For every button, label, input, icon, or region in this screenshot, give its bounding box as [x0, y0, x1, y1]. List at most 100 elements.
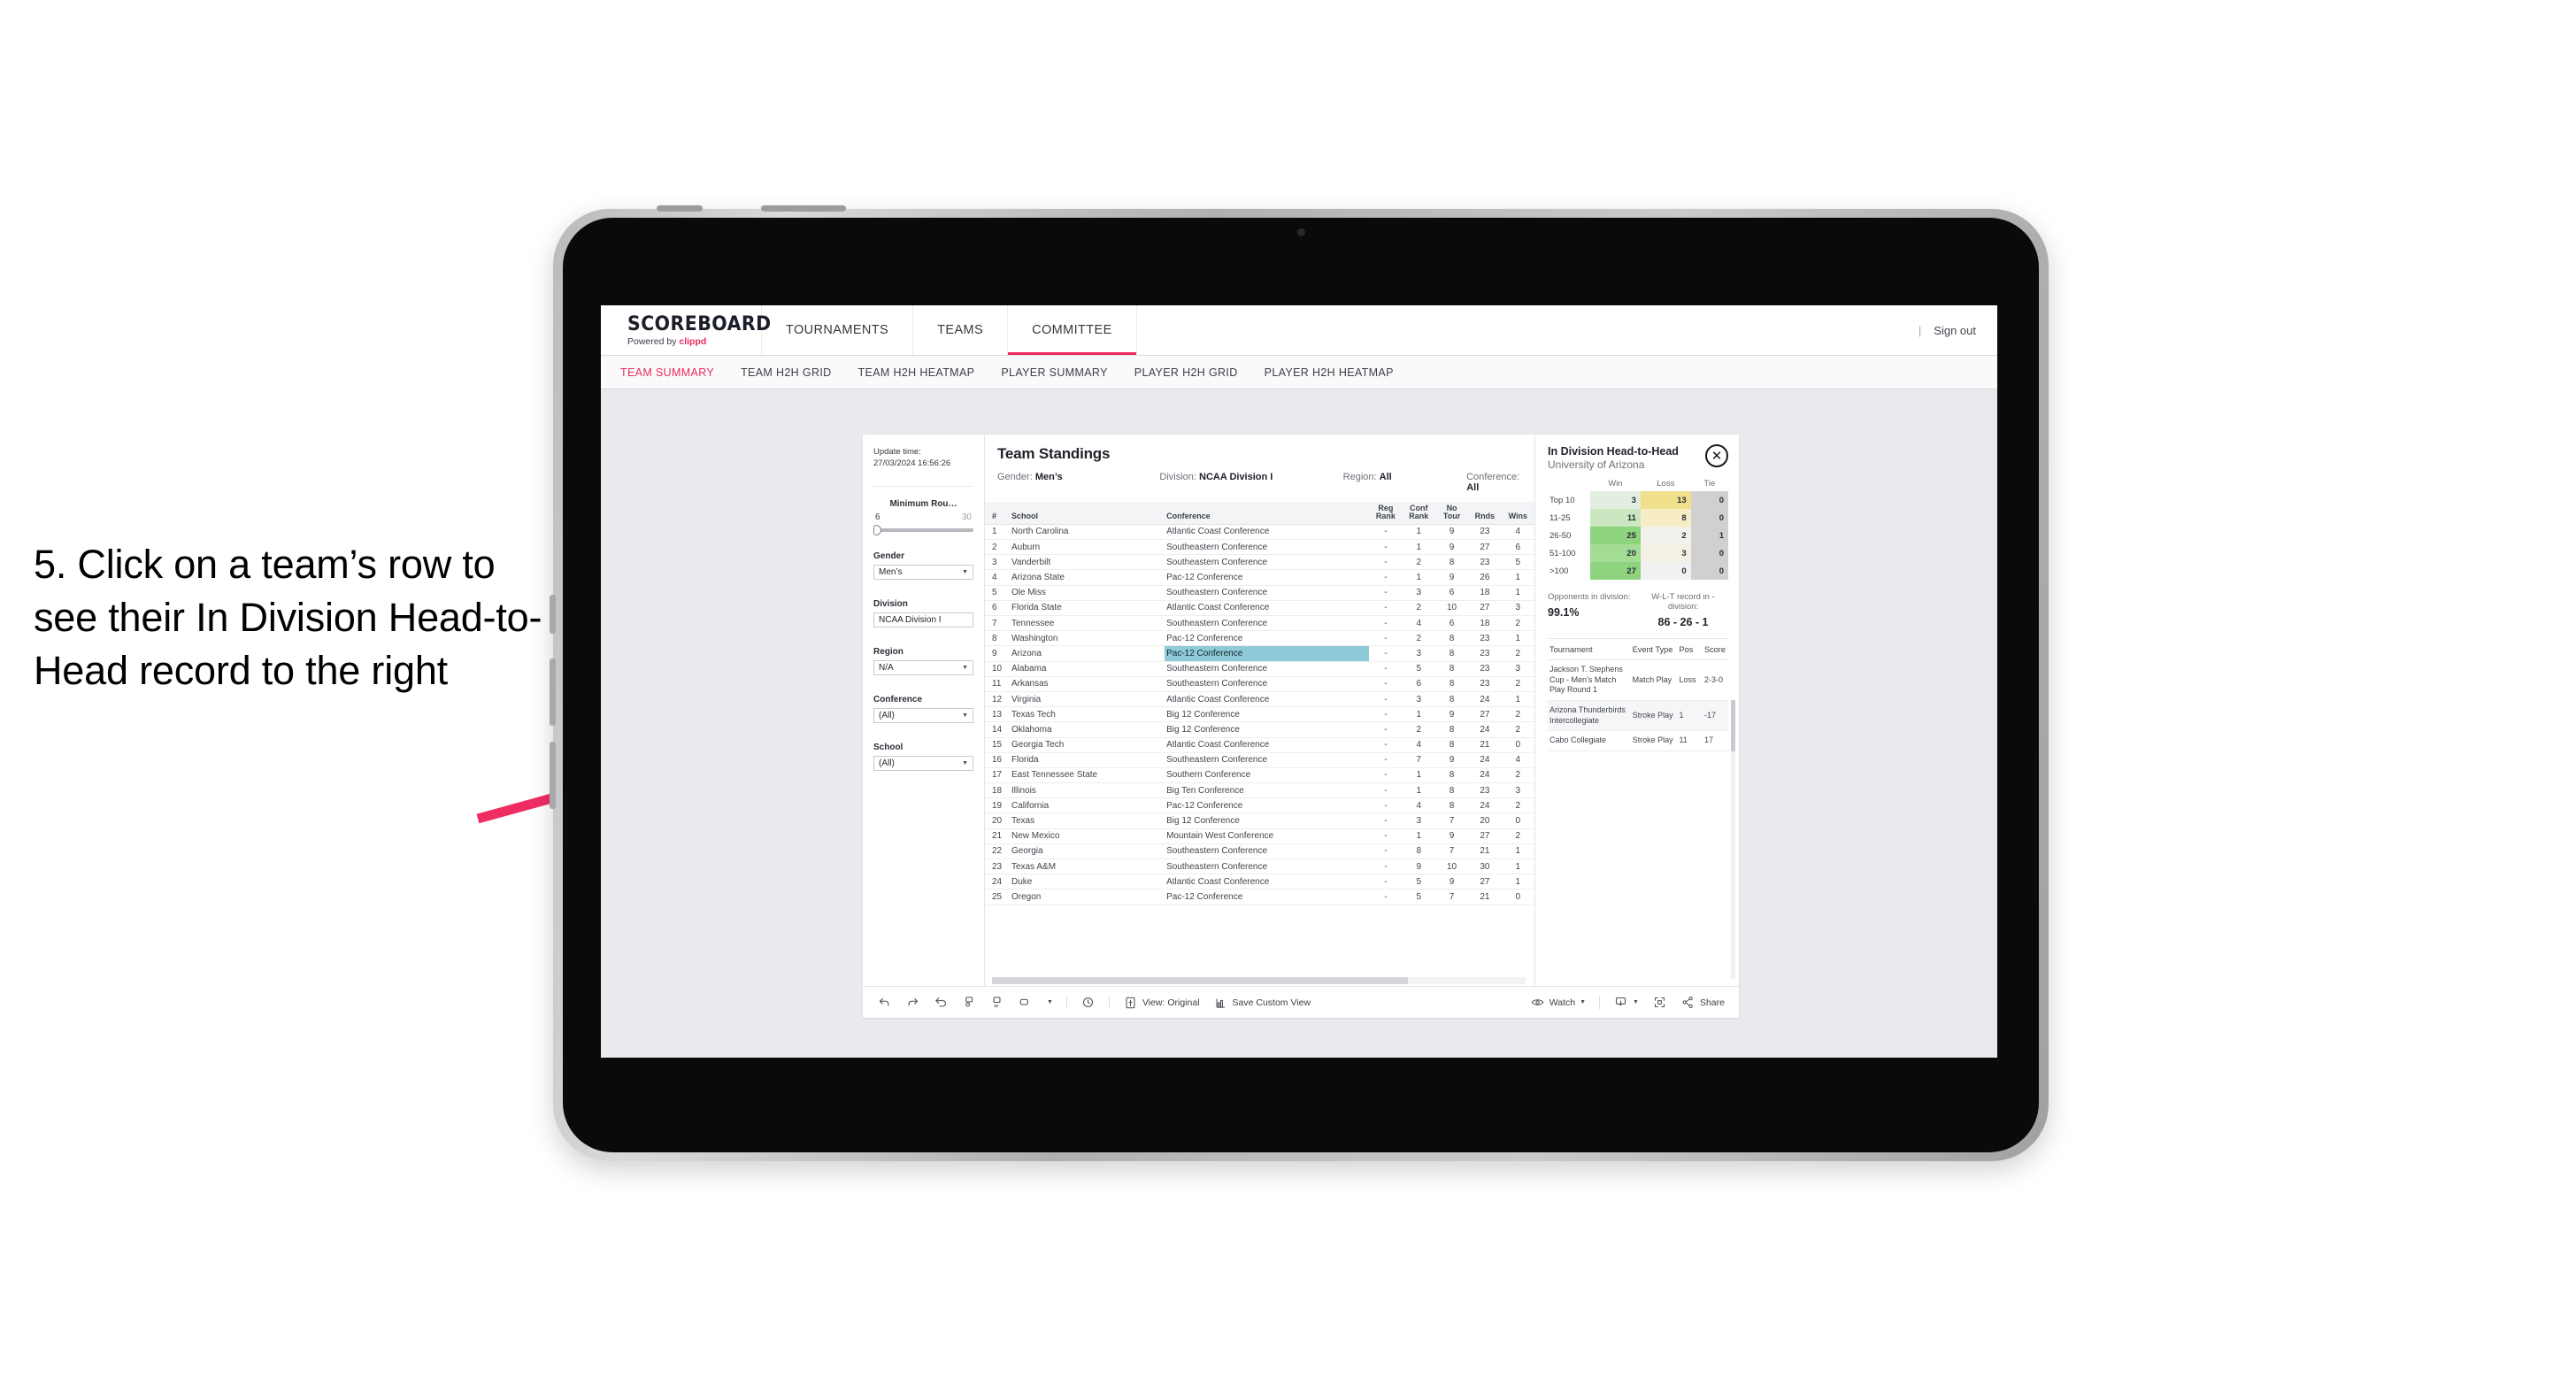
table-row[interactable]: 25 Oregon Pac-12 Conference -5 7 21 0: [985, 889, 1534, 905]
undo-icon[interactable]: [877, 995, 892, 1010]
table-row[interactable]: 17 East Tennessee State Southern Conferenc…: [985, 767, 1534, 784]
cell-conference: Southeastern Conference: [1165, 676, 1370, 692]
cell-conference: Southeastern Conference: [1165, 843, 1370, 860]
nav-item-teams[interactable]: TEAMS: [913, 305, 1009, 355]
h2h-row-label: 26-50: [1548, 527, 1590, 544]
col-no-tour[interactable]: No Tour: [1434, 502, 1469, 525]
pause-data-icon[interactable]: [990, 995, 1005, 1010]
update-time-value: 27/03/2024 16:56:26: [873, 458, 951, 468]
tablet-button-left-2: [550, 658, 556, 726]
table-row[interactable]: 1 North Carolina Atlantic Coast Conference…: [985, 524, 1534, 541]
tab-team-summary[interactable]: TEAM SUMMARY: [620, 366, 714, 379]
highlight-icon[interactable]: [1019, 995, 1034, 1010]
region-select[interactable]: N/A ▼: [873, 659, 973, 675]
table-row[interactable]: 19 California Pac-12 Conference -4 8 24 2: [985, 797, 1534, 814]
list-item[interactable]: Jackson T. Stephens Cup - Men’s Match Pl…: [1548, 659, 1728, 702]
col-reg-rank[interactable]: Reg Rank: [1369, 502, 1403, 525]
meta-region-value: All: [1379, 472, 1392, 482]
revert-icon[interactable]: [934, 995, 949, 1010]
col-rnds[interactable]: Rnds: [1468, 502, 1502, 525]
filter-conference-label: Conference: [873, 694, 923, 705]
share-button[interactable]: Share: [1680, 995, 1725, 1010]
history-icon[interactable]: [1080, 995, 1096, 1010]
standings-table-wrapper[interactable]: # School Conference Reg Rank Conf Rank No T…: [985, 502, 1534, 986]
view-original-button[interactable]: View: Original: [1123, 995, 1200, 1010]
table-row[interactable]: 10 Alabama Southeastern Conference -5 8 23 3: [985, 661, 1534, 677]
slider-handle[interactable]: [873, 524, 881, 535]
table-row[interactable]: 20 Texas Big 12 Conference -3 7 20 0: [985, 812, 1534, 829]
col-rank[interactable]: #: [985, 502, 1010, 525]
nav-item-committee[interactable]: COMMITTEE: [1008, 305, 1137, 355]
cell-rnds: 23: [1468, 630, 1502, 647]
table-row[interactable]: 7 Tennessee Southeastern Conference -4 6 18 2: [985, 615, 1534, 632]
fullscreen-icon[interactable]: [1652, 995, 1667, 1010]
sign-out-link[interactable]: Sign out: [1934, 324, 1976, 337]
cell-conf-rank: 2: [1402, 630, 1435, 647]
download-button[interactable]: ▼: [1613, 995, 1639, 1010]
tab-player-summary[interactable]: PLAYER SUMMARY: [1001, 366, 1107, 379]
table-row[interactable]: 9 Arizona Pac-12 Conference -3 8 23 2: [985, 645, 1534, 662]
tab-player-h2h-heatmap[interactable]: PLAYER H2H HEATMAP: [1265, 366, 1394, 379]
cell-rank: 10: [985, 661, 1010, 677]
cell-rnds: 23: [1468, 645, 1502, 662]
table-row[interactable]: 13 Texas Tech Big 12 Conference -1 9 27 2: [985, 706, 1534, 723]
slider-max-value: 30: [961, 512, 972, 522]
table-row[interactable]: 14 Oklahoma Big 12 Conference -2 8 24 2: [985, 721, 1534, 738]
table-row[interactable]: 23 Texas A&M Southeastern Conference -9 10 30…: [985, 859, 1534, 875]
col-wins[interactable]: Wins: [1501, 502, 1534, 525]
download-icon: [1613, 995, 1628, 1010]
tab-player-h2h-grid[interactable]: PLAYER H2H GRID: [1134, 366, 1238, 379]
tour-col-tournament[interactable]: Tournament: [1548, 639, 1631, 660]
gender-select[interactable]: Men’s ▼: [873, 564, 973, 580]
tour-col-pos[interactable]: Pos: [1677, 639, 1703, 660]
col-school[interactable]: School: [1010, 502, 1165, 525]
stat-record-value: 86 - 26 - 1: [1657, 616, 1709, 628]
table-row[interactable]: 15 Georgia Tech Atlantic Coast Conference -…: [985, 737, 1534, 753]
table-row[interactable]: 21 New Mexico Mountain West Conference -1 9 2…: [985, 828, 1534, 844]
tab-team-h2h-grid[interactable]: TEAM H2H GRID: [741, 366, 831, 379]
table-row[interactable]: 16 Florida Southeastern Conference -7 9 24 4: [985, 752, 1534, 768]
table-row[interactable]: 4 Arizona State Pac-12 Conference -1 9 26 1: [985, 569, 1534, 586]
tour-col-event-type[interactable]: Event Type: [1630, 639, 1678, 660]
redo-icon[interactable]: [905, 995, 920, 1010]
refresh-data-icon[interactable]: [962, 995, 977, 1010]
table-row[interactable]: 22 Georgia Southeastern Conference -8 7 21 1: [985, 843, 1534, 860]
conference-select[interactable]: (All) ▼: [873, 707, 973, 723]
division-select[interactable]: NCAA Division I: [873, 612, 973, 628]
minimum-rounds-slider[interactable]: [873, 524, 973, 535]
nav-item-tournaments[interactable]: TOURNAMENTS: [762, 305, 914, 355]
table-row[interactable]: 5 Ole Miss Southeastern Conference -3 6 18 1: [985, 585, 1534, 601]
cell-reg-rank: -: [1369, 843, 1403, 860]
cell-reg-rank: -: [1369, 889, 1403, 905]
col-conf-rank[interactable]: Conf Rank: [1402, 502, 1435, 525]
save-custom-view-button[interactable]: Save Custom View: [1213, 995, 1311, 1010]
table-row[interactable]: 6 Florida State Atlantic Coast Conference -…: [985, 600, 1534, 617]
horizontal-scrollbar[interactable]: [992, 977, 1526, 984]
table-row[interactable]: 11 Arkansas Southeastern Conference -6 8 23 2: [985, 676, 1534, 692]
col-conference[interactable]: Conference: [1165, 502, 1370, 525]
table-row[interactable]: 8 Washington Pac-12 Conference -2 8 23 1: [985, 630, 1534, 647]
tab-team-h2h-heatmap[interactable]: TEAM H2H HEATMAP: [858, 366, 975, 379]
brand-logo[interactable]: SCOREBOARD Powered by clippd: [601, 305, 771, 355]
scrollbar-thumb[interactable]: [992, 977, 1409, 984]
detail-scrollbar-thumb[interactable]: [1731, 700, 1735, 751]
school-select[interactable]: (All) ▼: [873, 755, 973, 771]
list-item[interactable]: Cabo Collegiate Stroke Play 11 17: [1548, 730, 1728, 752]
tour-cell-event-type: Stroke Play: [1630, 700, 1678, 732]
tour-col-score[interactable]: Score: [1702, 639, 1728, 660]
chevron-down-icon[interactable]: ▼: [1047, 999, 1053, 1005]
table-row[interactable]: 24 Duke Atlantic Coast Conference -5 9 27 1: [985, 874, 1534, 890]
cell-rnds: 23: [1468, 782, 1502, 799]
filter-gender-label: Gender: [873, 551, 905, 561]
table-row[interactable]: 3 Vanderbilt Southeastern Conference -2 8 23 5: [985, 554, 1534, 571]
close-icon[interactable]: ✕: [1705, 444, 1728, 467]
table-row[interactable]: 18 Illinois Big Ten Conference -1 8 23 3: [985, 782, 1534, 799]
list-item[interactable]: Arizona Thunderbirds Intercollegiate Stro…: [1548, 700, 1728, 732]
cell-no-tour: 6: [1434, 615, 1469, 632]
tablet-button-left-3: [550, 742, 556, 809]
table-row[interactable]: 12 Virginia Atlantic Coast Conference -3 8 24…: [985, 691, 1534, 708]
watch-button[interactable]: Watch ▼: [1530, 995, 1586, 1010]
detail-vertical-scrollbar[interactable]: [1731, 700, 1735, 979]
table-row[interactable]: 2 Auburn Southeastern Conference -1 9 27 6: [985, 539, 1534, 556]
cell-reg-rank: -: [1369, 706, 1403, 723]
